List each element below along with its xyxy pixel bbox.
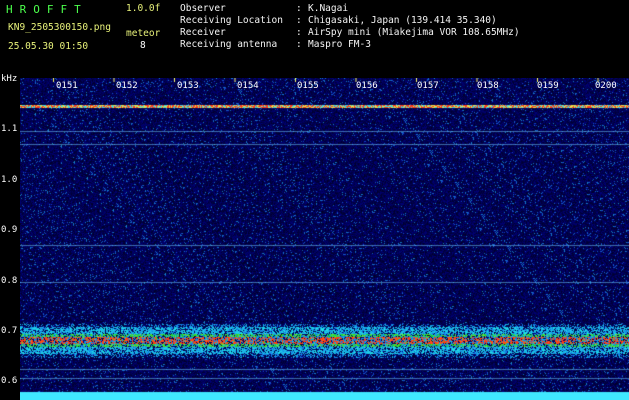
info-row-receiver: Receiver : AirSpy mini (Miakejima VOR 10…: [180, 27, 629, 39]
info-row-antenna: Receiving antenna : Maspro FM-3: [180, 39, 629, 51]
time-tick-label: 0159: [537, 81, 559, 91]
time-tick-label: 0152: [116, 81, 138, 91]
info-value: K.Nagai: [308, 3, 349, 14]
info-key: Observer: [180, 3, 226, 14]
frequency-axis: kHz 1.1 1.0 0.9 0.8 0.7 0.6: [0, 0, 20, 400]
axis-unit-label: kHz: [1, 74, 18, 84]
info-value: AirSpy mini (Miakejima VOR 108.65MHz): [308, 27, 520, 38]
time-tick-label: 0155: [297, 81, 319, 91]
freq-tick-label: 1.0: [1, 175, 18, 185]
freq-tick-label: 0.7: [1, 326, 18, 336]
info-separator: :: [296, 3, 302, 14]
freq-tick-label: 0.8: [1, 276, 18, 286]
info-key: Receiving antenna: [180, 39, 278, 50]
info-separator: :: [296, 27, 302, 38]
filename-label: KN9_2505300150.png: [8, 22, 111, 33]
version-label: 1.0.0f: [126, 3, 161, 14]
time-tick-label: 0156: [356, 81, 378, 91]
info-value: Maspro FM-3: [308, 39, 371, 50]
info-separator: :: [296, 39, 302, 50]
time-tick-label: 0153: [177, 81, 199, 91]
meteor-label: meteor: [126, 28, 161, 39]
spectrogram-waterfall: [20, 78, 629, 400]
info-separator: :: [296, 15, 302, 26]
info-row-observer: Observer : K.Nagai: [180, 3, 629, 15]
time-tick-label: 0158: [477, 81, 499, 91]
meteor-count: 8: [140, 40, 146, 51]
datetime-label: 25.05.30 01:50: [8, 41, 89, 52]
time-tick-label: 0157: [417, 81, 439, 91]
time-tick-label: 0154: [237, 81, 259, 91]
info-key: Receiving Location: [180, 15, 283, 26]
freq-tick-label: 0.6: [1, 376, 18, 386]
info-key: Receiver: [180, 27, 226, 38]
time-tick-label: 0151: [56, 81, 78, 91]
time-tick-label: 0200: [595, 81, 617, 91]
info-value: Chigasaki, Japan (139.414 35.340): [308, 15, 497, 26]
freq-tick-label: 1.1: [1, 124, 18, 134]
info-row-location: Receiving Location : Chigasaki, Japan (1…: [180, 15, 629, 27]
freq-tick-label: 0.9: [1, 225, 18, 235]
